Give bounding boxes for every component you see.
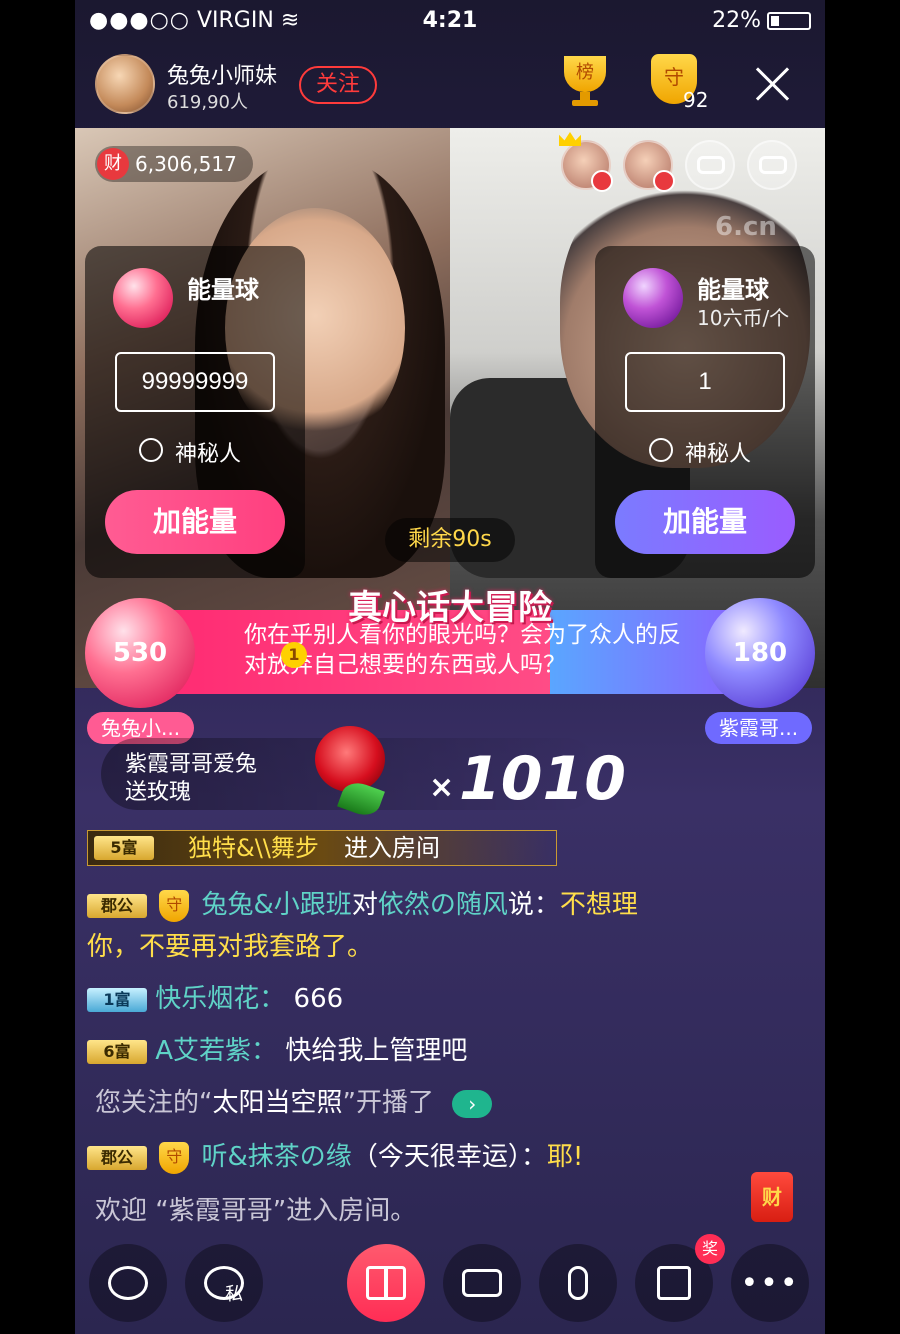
enter-text: 进入房间: [344, 834, 440, 862]
battery: 22%: [712, 8, 811, 33]
ranking-trophy-icon[interactable]: 榜: [559, 56, 611, 112]
question-number: 1: [281, 642, 307, 668]
wealth-badge[interactable]: 财 6,306,517: [95, 146, 253, 182]
close-icon[interactable]: [753, 64, 793, 104]
rank-badge: 郡公: [87, 1145, 147, 1170]
chat-message: 6富 A艾若紫： 快给我上管理吧: [87, 1032, 467, 1070]
site-watermark: 6.cn: [715, 212, 777, 242]
chat-text: 不想理: [559, 890, 638, 920]
mic-button[interactable]: [539, 1244, 617, 1322]
room-header: 兔兔小师妹 619,90人 关注 榜 守 92: [75, 42, 825, 128]
video-button[interactable]: [443, 1244, 521, 1322]
live-room-screen: ●●●○○ VIRGIN ≋ 4:21 22% 兔兔小师妹 619,90人 关注…: [75, 0, 825, 1334]
enter-user[interactable]: 独特&\\舞步: [188, 829, 319, 867]
guard-shield-icon: 守: [159, 889, 190, 922]
sofa-badge-icon: [591, 170, 613, 192]
add-energy-button[interactable]: 加能量: [615, 490, 795, 554]
guard-count: 92: [683, 88, 709, 112]
chat-user[interactable]: 兔兔&小跟班: [202, 890, 352, 920]
gift-button[interactable]: [347, 1244, 425, 1322]
chat-user[interactable]: 听&抹茶の缘: [202, 1142, 352, 1172]
chat-text: 快给我上管理吧: [285, 1036, 468, 1066]
chat-text: 耶!: [546, 1142, 584, 1172]
followed-host-name[interactable]: 太阳当空照: [212, 1088, 342, 1118]
chat-text: 666: [293, 984, 344, 1014]
more-icon: •••: [740, 1265, 800, 1301]
private-chat-button[interactable]: 私: [185, 1244, 263, 1322]
energy-title: 能量球: [187, 276, 259, 304]
host-name[interactable]: 兔兔小师妹: [167, 58, 277, 90]
chat-button[interactable]: [89, 1244, 167, 1322]
battery-icon: [767, 11, 811, 30]
host-avatar[interactable]: [95, 54, 155, 114]
energy-amount-input[interactable]: [625, 352, 785, 412]
anonymous-radio[interactable]: [649, 438, 673, 462]
battery-percent: 22%: [712, 8, 761, 33]
share-icon: [657, 1266, 691, 1300]
energy-ball-icon: [623, 268, 683, 328]
prize-badge: 奖: [695, 1234, 725, 1264]
energy-title: 能量球: [697, 276, 769, 304]
rank-badge: 6富: [87, 1039, 147, 1064]
energy-panel-right: 能量球 10六币/个 神秘人 加能量: [595, 246, 815, 578]
ranking-label: 榜: [564, 56, 606, 92]
chat-user[interactable]: 快乐烟花：: [155, 984, 285, 1014]
gift-box-icon: [366, 1266, 406, 1300]
rank-badge: 5富: [94, 836, 154, 860]
game-title: 真心话大冒险: [348, 588, 552, 628]
vote-ball-right[interactable]: 180: [705, 598, 815, 708]
speech-bubble-icon: [108, 1266, 148, 1300]
chat-user[interactable]: A艾若紫：: [155, 1036, 277, 1066]
chat-message: 1富 快乐烟花： 666: [87, 980, 343, 1018]
question-text: 你在乎别人看你的眼光吗？会为了众人的反对放弃自己想要的东西或人吗？: [244, 622, 681, 678]
multiply-icon: ×: [429, 770, 455, 805]
anonymous-radio[interactable]: [139, 438, 163, 462]
anonymous-label: 神秘人: [685, 442, 752, 467]
add-energy-button[interactable]: 加能量: [105, 490, 285, 554]
gift-count: 1010: [459, 744, 626, 814]
red-packet-icon[interactable]: 财: [751, 1172, 793, 1222]
rank-badge: 1富: [87, 987, 147, 1012]
vote-ball-left[interactable]: 530: [85, 598, 195, 708]
camera-icon: [462, 1269, 502, 1297]
status-bar: ●●●○○ VIRGIN ≋ 4:21 22%: [75, 0, 825, 42]
chat-message: 郡公 守 兔兔&小跟班对依然の随风说：不想理: [87, 886, 638, 924]
chat-message: 郡公 守 听&抹茶の缘（今天很幸运）：耶!: [87, 1138, 583, 1176]
wealth-icon: 财: [97, 148, 129, 180]
chat-text-continued: 你，不要再对我套路了。: [87, 932, 374, 962]
vote-name-right: 紫霞哥...: [705, 712, 813, 744]
guard-shield-icon: 守: [159, 1141, 190, 1174]
rank-badge: 郡公: [87, 893, 147, 918]
more-button[interactable]: •••: [731, 1244, 809, 1322]
microphone-icon: [568, 1266, 588, 1300]
follow-button[interactable]: 关注: [299, 66, 377, 104]
countdown-timer: 剩余90s: [385, 518, 515, 562]
welcome-message: 欢迎 “紫霞哥哥”进入房间。: [95, 1196, 417, 1226]
top-viewer-2-avatar[interactable]: [623, 140, 675, 192]
vip-enter-banner: 5富 独特&\\舞步 进入房间: [87, 830, 557, 866]
bottom-toolbar: 私 奖 •••: [75, 1234, 825, 1334]
anonymous-label: 神秘人: [175, 442, 242, 467]
sofa-icon: [697, 156, 725, 174]
energy-amount-input[interactable]: [115, 352, 275, 412]
energy-panel-left: 能量球 神秘人 加能量: [85, 246, 305, 578]
chat-target-user[interactable]: 依然の随风: [378, 890, 508, 920]
system-message: 您关注的“太阳当空照”开播了 ›: [95, 1084, 493, 1122]
top-viewer-1-avatar[interactable]: [559, 132, 613, 192]
energy-ball-icon: [113, 268, 173, 328]
go-to-room-button[interactable]: ›: [452, 1089, 493, 1118]
gift-action: 送玫瑰: [125, 780, 192, 805]
private-label: 私: [225, 1284, 243, 1305]
sofa-icon: [759, 156, 787, 174]
empty-sofa-seat[interactable]: [747, 140, 797, 190]
empty-sofa-seat[interactable]: [685, 140, 735, 190]
audience-count: 619,90人: [167, 92, 248, 113]
sofa-badge-icon: [653, 170, 675, 192]
rose-icon: [307, 726, 397, 826]
wealth-value: 6,306,517: [135, 152, 237, 176]
energy-price: 10六币/个: [697, 306, 790, 330]
